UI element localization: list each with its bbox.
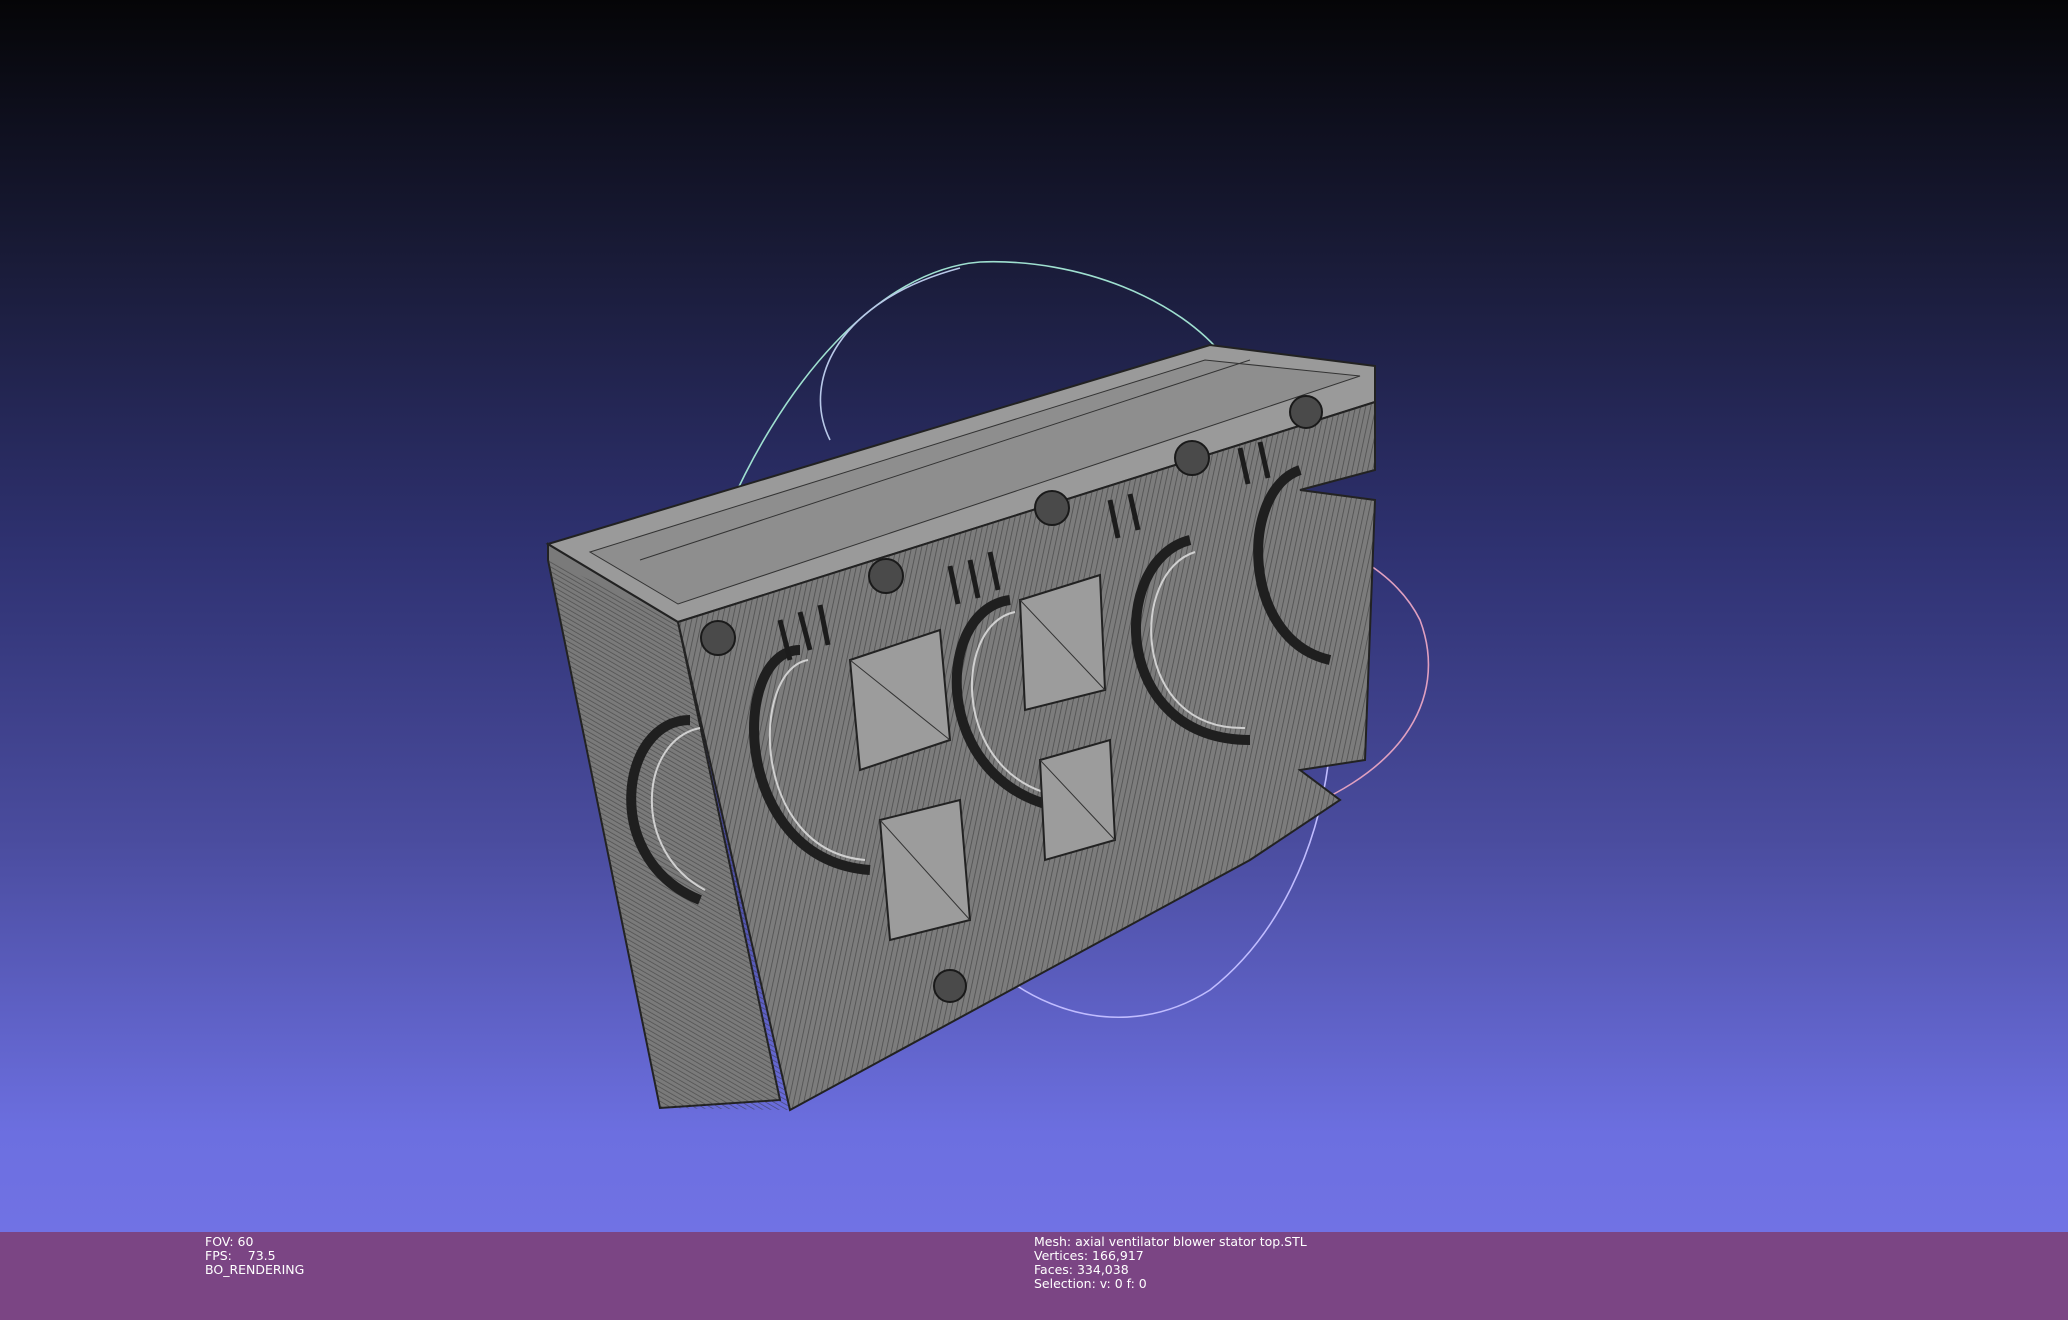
face-count: Faces: 334,038: [1034, 1262, 1129, 1277]
stator-mesh[interactable]: [545, 343, 1377, 1112]
mesh-info: Mesh: axial ventilator blower stator top…: [1034, 1235, 1307, 1291]
3d-viewport[interactable]: [0, 0, 2068, 1232]
fps-readout: FPS: 73.5: [205, 1248, 276, 1263]
fov-readout: FOV: 60: [205, 1234, 254, 1249]
status-info-bar: FOV: 60 FPS: 73.5 BO_RENDERING Mesh: axi…: [0, 1232, 2068, 1320]
mesh-render[interactable]: [0, 0, 2068, 1232]
vertex-count: Vertices: 166,917: [1034, 1248, 1144, 1263]
render-info: FOV: 60 FPS: 73.5 BO_RENDERING: [205, 1235, 304, 1277]
render-mode: BO_RENDERING: [205, 1262, 305, 1277]
selection-info: Selection: v: 0 f: 0: [1034, 1276, 1147, 1291]
mesh-name: Mesh: axial ventilator blower stator top…: [1034, 1234, 1307, 1249]
